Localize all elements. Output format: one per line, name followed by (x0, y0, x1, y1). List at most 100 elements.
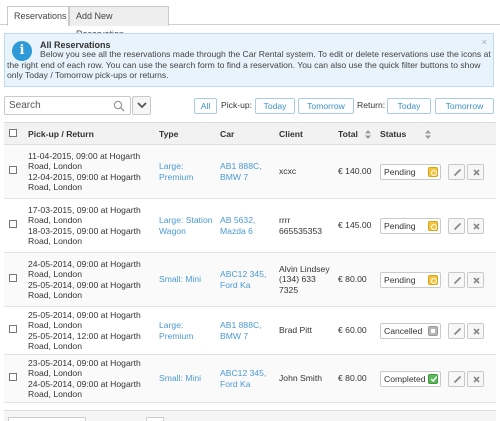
type-link[interactable]: Small: Mini (159, 373, 217, 384)
row-checkbox[interactable] (9, 373, 17, 382)
return-label: Return: (357, 100, 386, 110)
return-tomorrow-button[interactable]: Tomorrow (435, 98, 494, 114)
sort-icon[interactable] (425, 130, 431, 139)
search-input[interactable]: Search (4, 96, 131, 115)
close-icon[interactable]: × (482, 37, 487, 47)
search-icon[interactable] (113, 100, 125, 112)
car-link[interactable]: BMW 7 (220, 331, 276, 342)
car-link[interactable]: BMW 7 (220, 172, 276, 183)
return-line: Road, London (28, 290, 82, 300)
pickup-tomorrow-button[interactable]: Tomorrow (298, 98, 354, 114)
pagination-control[interactable] (8, 417, 86, 421)
client-detail: (134) 633 (279, 274, 316, 285)
car-link[interactable]: Ford Ka (220, 280, 276, 291)
type-link[interactable]: Large: (159, 320, 217, 331)
status-cancelled-icon (428, 325, 438, 336)
delete-button[interactable] (467, 370, 484, 387)
pickup-return-cell: 11-04-2015, 09:00 at Hogarth Road, London… (25, 144, 156, 199)
delete-button[interactable] (467, 217, 484, 234)
row-checkbox[interactable] (9, 220, 17, 229)
type-link[interactable]: Wagon (159, 226, 217, 237)
status-select[interactable]: Pending (380, 217, 441, 234)
car-link[interactable]: AB1 888C, (220, 161, 276, 172)
type-link[interactable]: Large: Station (159, 215, 217, 226)
client-cell: xcxc (276, 144, 335, 199)
status-select[interactable]: Pending (380, 271, 441, 288)
close-icon (473, 276, 480, 284)
row-checkbox[interactable] (9, 274, 17, 283)
pickup-return-cell: 17-03-2015, 09:00 at Hogarth Road, London… (25, 198, 156, 253)
delete-button[interactable] (467, 322, 484, 339)
status-select[interactable]: Pending (380, 163, 441, 180)
return-line: 18-03-2015, 09:00 at Hogarth (28, 225, 141, 236)
status-select[interactable]: Completed (380, 370, 441, 387)
tab-reservations[interactable]: Reservations (7, 6, 69, 26)
car-link[interactable]: AB 5632, (220, 215, 276, 226)
car-link[interactable]: ABC12 345, (220, 368, 276, 379)
client-name: John Smith (279, 373, 322, 384)
actions-cell (445, 198, 496, 253)
pencil-icon (453, 276, 462, 284)
row-checkbox[interactable] (9, 166, 17, 175)
car-cell: AB1 888C, BMW 7 (217, 144, 276, 199)
status-label: Completed (384, 373, 426, 384)
status-label: Cancelled (384, 325, 423, 336)
header-car[interactable]: Car (217, 122, 276, 145)
pickup-today-button[interactable]: Today (255, 98, 295, 114)
row-select-cell (4, 144, 25, 199)
row-checkbox[interactable] (9, 325, 17, 334)
edit-button[interactable] (448, 322, 465, 339)
edit-button[interactable] (448, 370, 465, 387)
delete-button[interactable] (467, 163, 484, 180)
type-link[interactable]: Large: (159, 161, 217, 172)
total-cell: € 145.00 (335, 198, 377, 253)
filter-all-button[interactable]: All (194, 98, 217, 114)
table-row[interactable]: 23-05-2014, 09:00 at Hogarth Road, London… (4, 354, 496, 403)
header-total[interactable]: Total (335, 122, 377, 145)
type-link[interactable]: Small: Mini (159, 274, 217, 285)
total-cell: € 80.00 (335, 354, 377, 403)
pickup-line: 23-05-2014, 09:00 at Hogarth (28, 357, 141, 368)
table-row[interactable]: 25-05-2014, 09:00 at Hogarth Road, London… (4, 306, 496, 355)
table-row[interactable]: 11-04-2015, 09:00 at Hogarth Road, London… (4, 144, 496, 199)
car-link[interactable]: ABC12 345, (220, 269, 276, 280)
select-all-checkbox[interactable] (9, 128, 17, 137)
header-pickup-return[interactable]: Pick-up / Return (25, 122, 156, 145)
close-icon (473, 375, 480, 383)
pickup-line: 24-05-2014, 09:00 at Hogarth (28, 258, 141, 269)
car-link[interactable]: AB1 888C, (220, 320, 276, 331)
pickup-line: Road, London (28, 320, 82, 330)
car-link[interactable]: Mazda 6 (220, 226, 276, 237)
type-link[interactable]: Premium (159, 331, 217, 342)
row-select-cell (4, 198, 25, 253)
edit-button[interactable] (448, 271, 465, 288)
type-cell: Large: Premium (156, 306, 217, 355)
type-cell: Large: Premium (156, 144, 217, 199)
car-link[interactable]: Ford Ka (220, 379, 276, 390)
status-pending-icon (428, 166, 438, 177)
delete-button[interactable] (467, 271, 484, 288)
table-row[interactable]: 17-03-2015, 09:00 at Hogarth Road, London… (4, 198, 496, 253)
tab-add-new-reservation[interactable]: Add New Reservation (69, 6, 169, 39)
tab-bar: Reservations Add New Reservation (0, 0, 500, 39)
client-detail: 665535353 (279, 225, 323, 236)
return-today-button[interactable]: Today (387, 98, 431, 114)
pickup-line: Road, London (28, 215, 82, 225)
status-select[interactable]: Cancelled (380, 322, 441, 339)
pencil-icon (453, 327, 462, 335)
filter-dropdown-button[interactable] (132, 96, 151, 115)
edit-button[interactable] (448, 217, 465, 234)
sort-icon[interactable] (365, 130, 371, 139)
pickup-line: Road, London (28, 269, 82, 279)
page-size-select[interactable] (146, 417, 164, 421)
type-link[interactable]: Premium (159, 172, 217, 183)
return-line: Road, London (28, 182, 82, 192)
header-client[interactable]: Client (276, 122, 335, 145)
total-cell: € 140.00 (335, 144, 377, 199)
header-status[interactable]: Status (377, 122, 445, 145)
actions-cell (445, 252, 496, 307)
header-type[interactable]: Type (156, 122, 217, 145)
edit-button[interactable] (448, 163, 465, 180)
actions-cell (445, 306, 496, 355)
table-row[interactable]: 24-05-2014, 09:00 at Hogarth Road, London… (4, 252, 496, 307)
